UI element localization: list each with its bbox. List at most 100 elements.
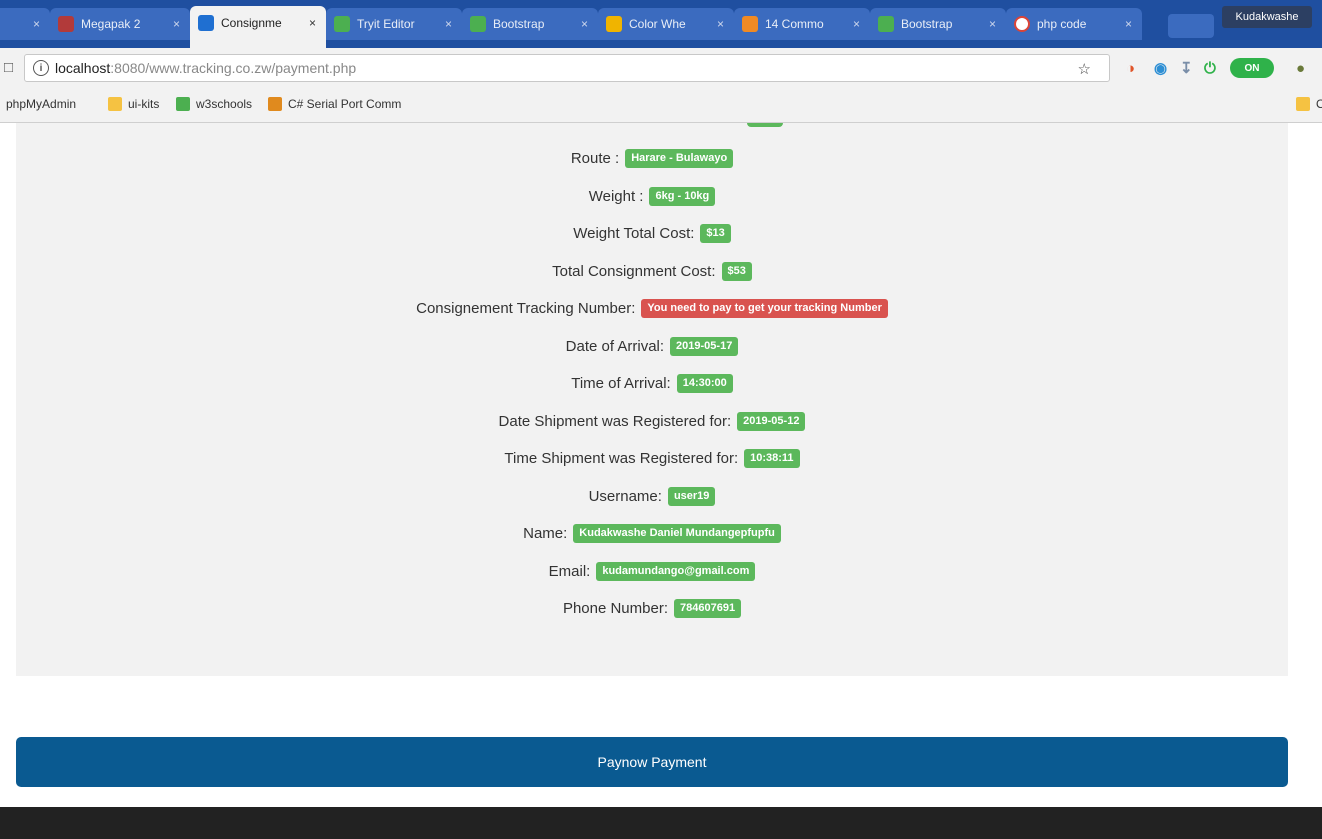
- value-badge: $13: [700, 223, 731, 243]
- browser-tab[interactable]: ×: [0, 8, 50, 40]
- detail-label: Phone Number:: [562, 599, 668, 617]
- detail-label: Weight Total Cost:: [573, 224, 695, 242]
- tab-title: Bootstrap: [493, 17, 545, 31]
- detail-label: Total Consignment Cost:: [552, 262, 716, 280]
- tab-favicon-icon: [606, 16, 622, 32]
- warning-badge: You need to pay to get your tracking Num…: [641, 298, 888, 318]
- url-host: localhost: [55, 60, 111, 76]
- url-path: :8080/www.tracking.co.zw/payment.php: [110, 60, 357, 76]
- detail-row: Time Shipment was Registered for: 10:38:1…: [16, 445, 1288, 471]
- extension-headphones-icon[interactable]: ◉: [1154, 58, 1167, 78]
- detail-label: Weight :: [588, 187, 644, 205]
- detail-label: Route :: [570, 149, 620, 167]
- other-bookmarks[interactable]: O: [1296, 97, 1322, 111]
- tab-title: php code: [1037, 17, 1087, 31]
- browser-tab[interactable]: Color Whe ×: [598, 8, 734, 40]
- value-badge: 2019-05-17: [670, 336, 739, 356]
- tab-favicon-icon: [742, 16, 758, 32]
- bookmark-item[interactable]: phpMyAdmin: [6, 97, 76, 111]
- value-badge: Kudakwashe Daniel Mundangepfupfu: [573, 523, 781, 543]
- tab-strip: × Megapak 2 × Consignme × Tryit Editor × Bootst…: [0, 0, 1322, 48]
- detail-row: Date Shipment was Registered for: 2019-05…: [16, 408, 1288, 434]
- detail-label: Name:: [523, 524, 568, 542]
- detail-row: Weight Total Cost: $13: [16, 220, 1288, 246]
- tab-close-icon[interactable]: ×: [173, 17, 180, 31]
- browser-tab[interactable]: Bootstrap ×: [870, 8, 1006, 40]
- browser-tab[interactable]: Consignme ×: [190, 6, 326, 48]
- browser-tab[interactable]: php code ×: [1006, 8, 1142, 40]
- detail-row: Username: user19: [16, 483, 1288, 509]
- paynow-payment-button[interactable]: Paynow Payment: [16, 737, 1288, 787]
- value-badge: 6kg - 10kg: [649, 186, 716, 206]
- detail-label: Consignement Tracking Number:: [416, 299, 636, 317]
- tab-close-icon[interactable]: ×: [33, 17, 40, 31]
- bookmark-item[interactable]: w3schools: [176, 97, 252, 111]
- tab-close-icon[interactable]: ×: [445, 17, 452, 31]
- value-badge: Harare - Bulawayo: [625, 148, 734, 168]
- detail-row: Email: kudamundango@gmail.com: [16, 558, 1288, 584]
- tab-title: Megapak 2: [81, 17, 141, 31]
- extension-toggle-icon[interactable]: ON: [1230, 58, 1274, 78]
- bookmark-label: phpMyAdmin: [6, 97, 77, 111]
- detail-label: Username:: [588, 487, 662, 505]
- page-footer: [0, 807, 1322, 839]
- new-tab-button[interactable]: [1168, 14, 1214, 38]
- detail-label: Time Shipment was Registered for:: [504, 449, 739, 467]
- extension-c-icon[interactable]: ◑: [1126, 58, 1135, 78]
- tab-title: Consignme: [221, 16, 282, 30]
- extension-power-icon[interactable]: ⏻: [1204, 58, 1216, 78]
- address-bar[interactable]: i localhost :8080/www.tracking.co.zw/pay…: [24, 54, 1110, 82]
- page-icon[interactable]: □: [4, 59, 13, 76]
- extension-download-icon[interactable]: ↧: [1180, 58, 1193, 78]
- browser-tab[interactable]: Tryit Editor ×: [326, 8, 462, 40]
- detail-row: Date of Arrival: 2019-05-17: [16, 333, 1288, 359]
- info-icon[interactable]: i: [33, 60, 49, 76]
- browser-tab[interactable]: Megapak 2 ×: [50, 8, 190, 40]
- tab-close-icon[interactable]: ×: [309, 16, 316, 30]
- tab-favicon-icon: [334, 16, 350, 32]
- cut-off-badge: [747, 123, 783, 127]
- bookmarks-bar: phpMyAdmin ui-kits w3schools C# Serial Port…: [0, 88, 1322, 123]
- tab-title: Bootstrap: [901, 17, 953, 31]
- consignment-details-panel: Route : Harare - Bulawayo Weight : 6kg - 10…: [16, 123, 1288, 676]
- tab-close-icon[interactable]: ×: [989, 17, 996, 31]
- bookmark-star-icon[interactable]: ☆: [1078, 60, 1091, 78]
- bookmark-icon: [176, 97, 190, 111]
- bookmark-item[interactable]: ui-kits: [108, 97, 159, 111]
- detail-label: Time of Arrival:: [571, 374, 671, 392]
- tab-favicon-icon: [198, 15, 214, 31]
- detail-row: Consignement Tracking Number: You need to…: [16, 295, 1288, 321]
- tab-close-icon[interactable]: ×: [853, 17, 860, 31]
- tab-title: Tryit Editor: [357, 17, 415, 31]
- other-bookmarks-label: O: [1316, 97, 1322, 111]
- value-badge: $53: [721, 261, 752, 281]
- detail-row: Phone Number: 784607691: [16, 595, 1288, 621]
- tab-title: Color Whe: [629, 17, 686, 31]
- value-badge: 14:30:00: [676, 373, 733, 393]
- tab-favicon-icon: [58, 16, 74, 32]
- value-badge: user19: [667, 486, 716, 506]
- page-content: Route : Harare - Bulawayo Weight : 6kg - 10…: [0, 123, 1322, 839]
- tab-title: 14 Commo: [765, 17, 824, 31]
- browser-tab[interactable]: 14 Commo ×: [734, 8, 870, 40]
- profile-button[interactable]: Kudakwashe: [1222, 6, 1312, 28]
- bookmark-icon: [108, 97, 122, 111]
- value-badge: 2019-05-12: [737, 411, 806, 431]
- value-badge: kudamundango@gmail.com: [596, 561, 756, 581]
- tab-close-icon[interactable]: ×: [717, 17, 724, 31]
- bookmark-label: C# Serial Port Comm: [288, 97, 402, 111]
- bookmark-icon: [268, 97, 282, 111]
- value-badge: 10:38:11: [744, 448, 800, 468]
- bookmark-label: ui-kits: [128, 97, 160, 111]
- tab-close-icon[interactable]: ×: [581, 17, 588, 31]
- detail-row: Name: Kudakwashe Daniel Mundangepfupfu: [16, 520, 1288, 546]
- browser-tab[interactable]: Bootstrap ×: [462, 8, 598, 40]
- bookmark-label: w3schools: [196, 97, 253, 111]
- bookmark-item[interactable]: C# Serial Port Comm: [268, 97, 401, 111]
- detail-label: Date of Arrival:: [565, 337, 665, 355]
- detail-row: Total Consignment Cost: $53: [16, 258, 1288, 284]
- tab-close-icon[interactable]: ×: [1125, 17, 1132, 31]
- detail-label: Email:: [548, 562, 591, 580]
- extension-globe-icon[interactable]: ●: [1296, 58, 1305, 78]
- detail-row: Time of Arrival: 14:30:00: [16, 370, 1288, 396]
